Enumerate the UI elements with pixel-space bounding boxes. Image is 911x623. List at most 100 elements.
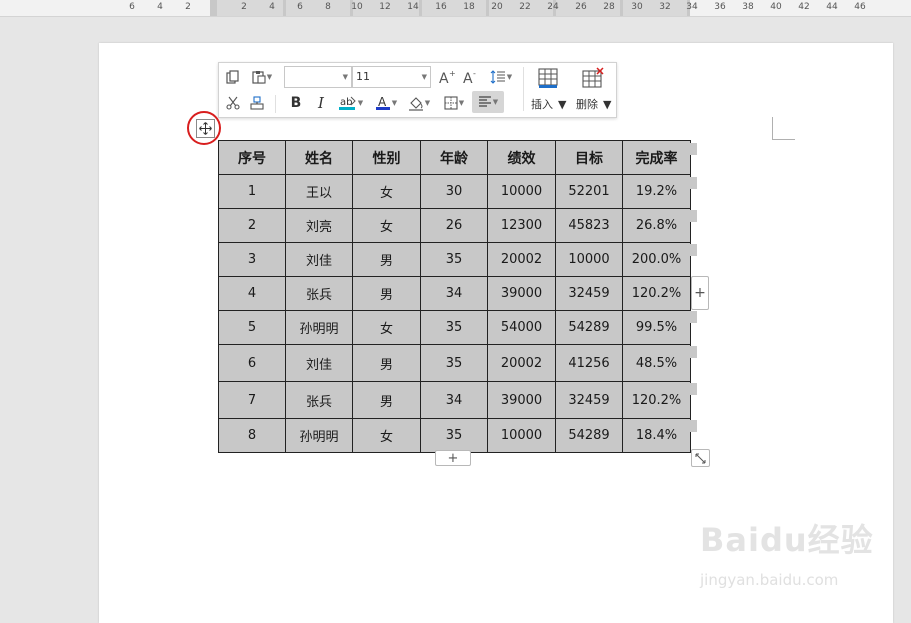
table-cell[interactable]: 35 (420, 242, 488, 277)
table-cell[interactable]: 120.2% (622, 276, 691, 311)
table-row: 5 孙明明 女 35 54000 54289 99.5% (218, 310, 691, 345)
chevron-down-icon: ▼ (558, 98, 567, 111)
table-cell[interactable]: 54289 (555, 418, 623, 453)
table-cell[interactable]: 孙明明 (285, 418, 353, 453)
ruler-number: 2 (241, 2, 247, 12)
table-cell[interactable]: 26 (420, 208, 488, 243)
table-cell[interactable]: 32459 (555, 381, 623, 419)
table-cell[interactable]: 10000 (487, 174, 556, 209)
table-resize-handle[interactable] (691, 449, 710, 467)
header-cell[interactable]: 完成率 (622, 140, 691, 175)
row-end-marker (690, 420, 697, 432)
table-cell[interactable]: 20002 (487, 242, 556, 277)
table-cell[interactable]: 35 (420, 310, 488, 345)
table-cell[interactable]: 8 (218, 418, 286, 453)
header-cell[interactable]: 目标 (555, 140, 623, 175)
font-name-combo[interactable]: ▼ (284, 66, 352, 88)
table-cell[interactable]: 张兵 (285, 381, 353, 419)
shrink-font-icon[interactable]: A- (461, 66, 481, 88)
horizontal-ruler[interactable]: 6 4 2 2 4 6 8 10 12 14 16 18 20 22 24 26… (0, 0, 911, 17)
table-cell[interactable]: 1 (218, 174, 286, 209)
table-cell[interactable]: 女 (352, 418, 421, 453)
cut-icon[interactable] (223, 93, 243, 113)
table-cell[interactable]: 男 (352, 242, 421, 277)
line-spacing-icon[interactable]: ▼ (486, 66, 516, 88)
table-cell[interactable]: 女 (352, 208, 421, 243)
delete-table-icon[interactable] (576, 65, 610, 91)
table-cell[interactable]: 王以 (285, 174, 353, 209)
table-cell[interactable]: 5 (218, 310, 286, 345)
paste-icon[interactable]: ▼ (247, 67, 277, 87)
table-cell[interactable]: 刘亮 (285, 208, 353, 243)
insert-table-icon[interactable] (531, 65, 565, 91)
table-cell[interactable]: 7 (218, 381, 286, 419)
table-cell[interactable]: 54000 (487, 310, 556, 345)
table-cell[interactable]: 35 (420, 344, 488, 382)
format-painter-icon[interactable] (247, 93, 267, 113)
row-end-marker (690, 143, 697, 155)
borders-icon[interactable]: ▼ (440, 93, 468, 113)
table-cell[interactable]: 52201 (555, 174, 623, 209)
table-cell[interactable]: 54289 (555, 310, 623, 345)
add-row-button[interactable]: + (435, 450, 471, 466)
shading-icon[interactable]: ▼ (405, 93, 433, 113)
font-color-icon[interactable]: A ▼ (372, 93, 400, 113)
table-cell[interactable]: 200.0% (622, 242, 691, 277)
table-cell[interactable]: 20002 (487, 344, 556, 382)
header-cell[interactable]: 年龄 (420, 140, 488, 175)
table-cell[interactable]: 19.2% (622, 174, 691, 209)
table-cell[interactable]: 35 (420, 418, 488, 453)
ruler-column-segment[interactable] (422, 0, 486, 16)
table-cell[interactable]: 女 (352, 310, 421, 345)
header-cell[interactable]: 姓名 (285, 140, 353, 175)
highlight-icon[interactable]: ab ▼ (337, 93, 365, 113)
table-cell[interactable]: 10000 (487, 418, 556, 453)
table-cell[interactable]: 3 (218, 242, 286, 277)
table-cell[interactable]: 孙明明 (285, 310, 353, 345)
font-size-combo[interactable]: 11 ▼ (352, 66, 431, 88)
table-cell[interactable]: 45823 (555, 208, 623, 243)
svg-text:+: + (449, 69, 456, 78)
header-cell[interactable]: 性别 (352, 140, 421, 175)
copy-icon[interactable] (223, 67, 243, 87)
delete-label[interactable]: 删除 (576, 96, 598, 112)
ruler-number: 24 (547, 2, 559, 12)
table-cell[interactable]: 男 (352, 344, 421, 382)
table-cell[interactable]: 2 (218, 208, 286, 243)
table-cell[interactable]: 18.4% (622, 418, 691, 453)
table-cell[interactable]: 34 (420, 381, 488, 419)
table-cell[interactable]: 39000 (487, 276, 556, 311)
header-cell[interactable]: 序号 (218, 140, 286, 175)
table-cell[interactable]: 120.2% (622, 381, 691, 419)
ruler-number: 14 (407, 2, 419, 12)
ruler-column-segment[interactable] (286, 0, 350, 16)
header-cell[interactable]: 绩效 (487, 140, 556, 175)
table-cell[interactable]: 男 (352, 381, 421, 419)
table-cell[interactable]: 男 (352, 276, 421, 311)
row-end-marker (690, 311, 697, 323)
table-cell[interactable]: 女 (352, 174, 421, 209)
table-cell[interactable]: 张兵 (285, 276, 353, 311)
table-cell[interactable]: 34 (420, 276, 488, 311)
table-cell[interactable]: 30 (420, 174, 488, 209)
table-cell[interactable]: 99.5% (622, 310, 691, 345)
table-cell[interactable]: 32459 (555, 276, 623, 311)
align-icon[interactable]: ▼ (472, 91, 504, 113)
ruler-number: 6 (297, 2, 303, 12)
table-cell[interactable]: 6 (218, 344, 286, 382)
bold-icon[interactable]: B (287, 93, 305, 113)
table-cell[interactable]: 39000 (487, 381, 556, 419)
table-cell[interactable]: 刘佳 (285, 344, 353, 382)
grow-font-icon[interactable]: A + (437, 66, 457, 88)
table-cell[interactable]: 41256 (555, 344, 623, 382)
add-column-button[interactable]: + (691, 276, 709, 310)
table-cell[interactable]: 48.5% (622, 344, 691, 382)
table-cell[interactable]: 26.8% (622, 208, 691, 243)
table-cell[interactable]: 刘佳 (285, 242, 353, 277)
table-cell[interactable]: 12300 (487, 208, 556, 243)
insert-label[interactable]: 插入 (531, 96, 553, 112)
italic-icon[interactable]: I (312, 93, 330, 113)
table-cell[interactable]: 4 (218, 276, 286, 311)
table-cell[interactable]: 10000 (555, 242, 623, 277)
row-end-marker (690, 383, 697, 395)
